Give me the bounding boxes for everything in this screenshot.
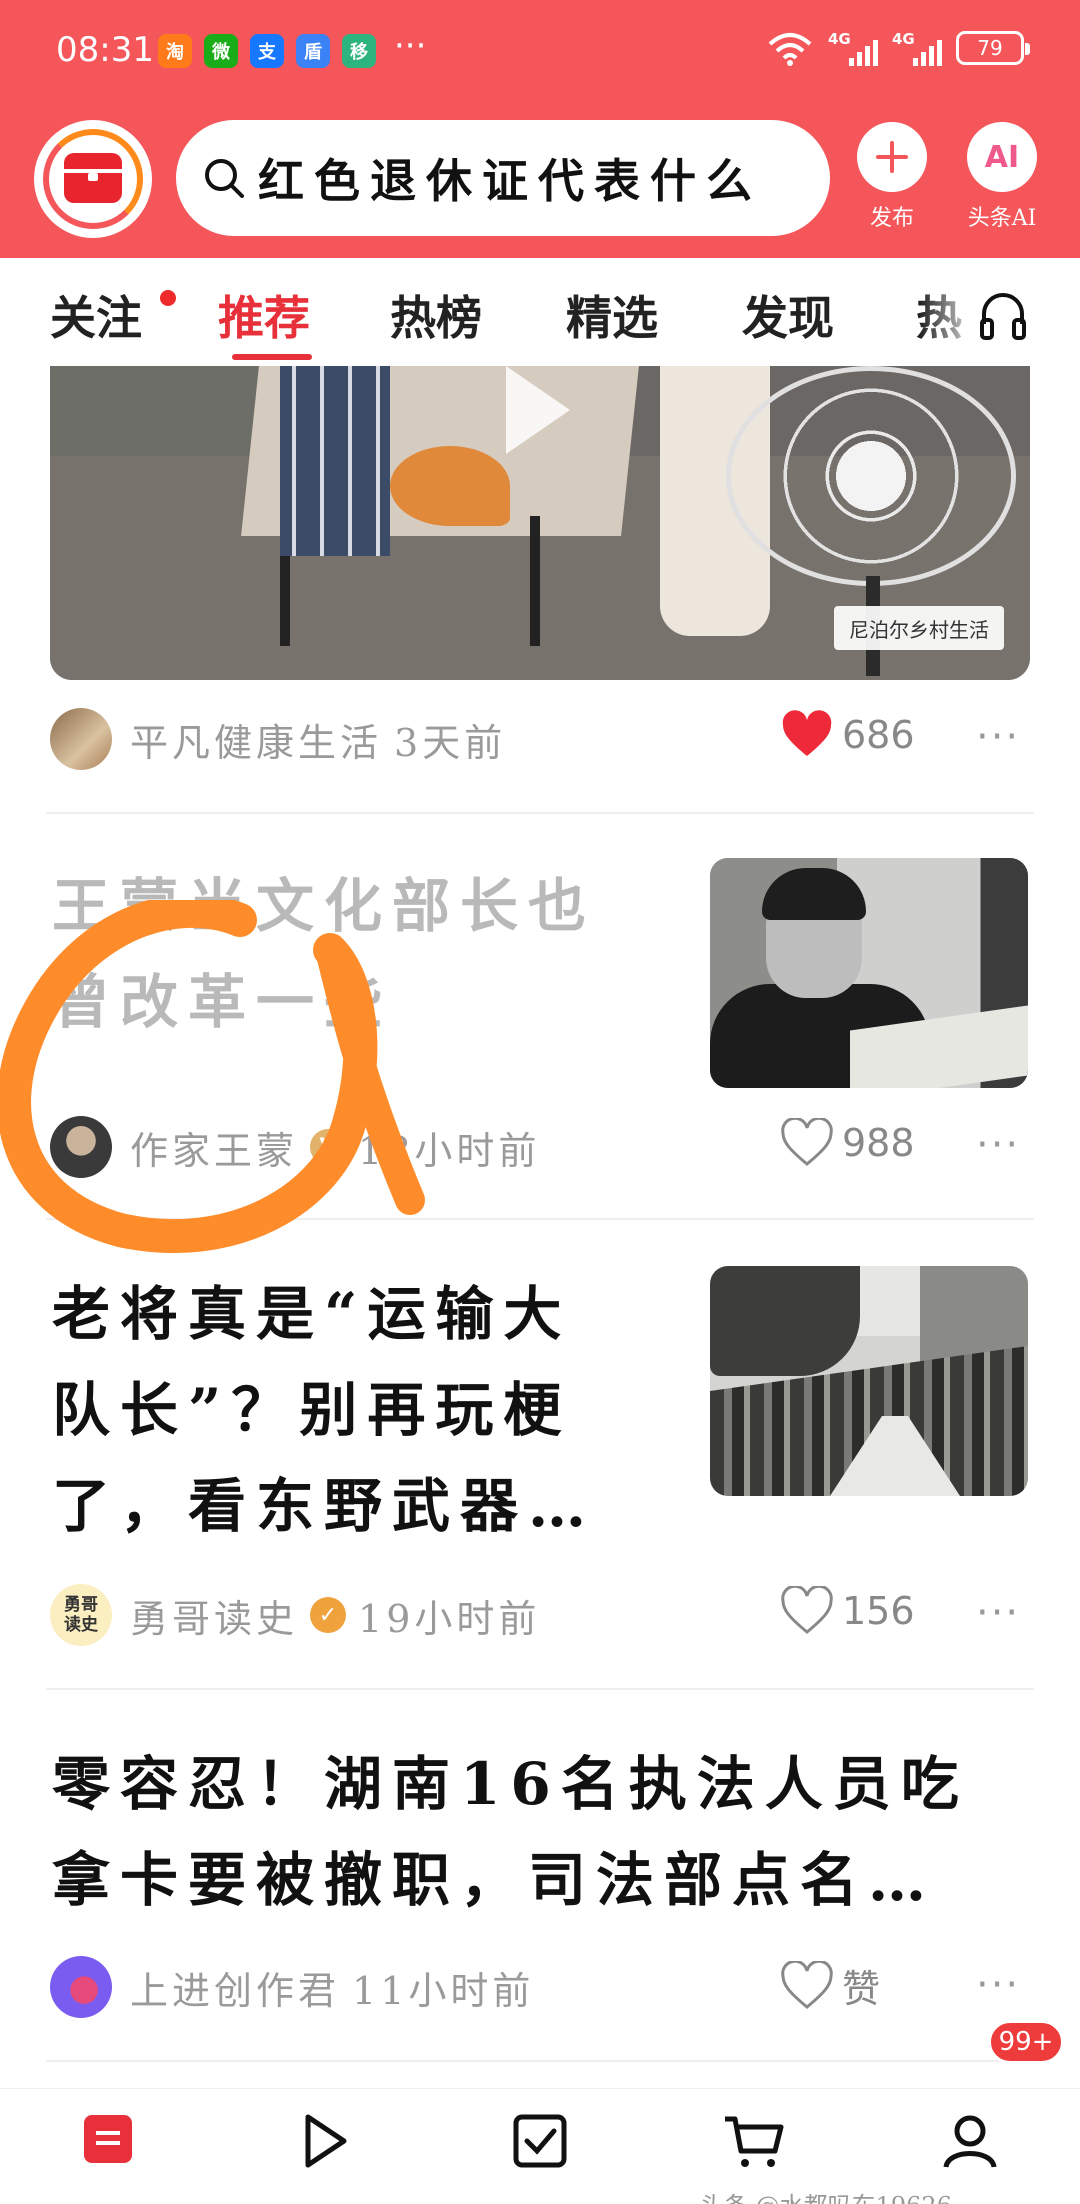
status-time: 08:31: [56, 30, 154, 70]
checkbox-icon: [513, 2114, 567, 2168]
headphones-icon[interactable]: [978, 288, 1028, 342]
cart-icon: [725, 2116, 784, 2167]
author-name[interactable]: 勇哥读史: [130, 1588, 298, 1643]
play-icon: [305, 2114, 347, 2168]
verified-badge-icon: ✓: [310, 1597, 347, 1633]
publish-button[interactable]: 发布: [844, 122, 940, 232]
search-icon: [205, 159, 244, 198]
feed-item-meta: 上进创作君 11小时前 赞 ···: [50, 1952, 1030, 2022]
tab-recommend[interactable]: 推荐: [218, 282, 310, 348]
video-thumbnail[interactable]: 尼泊尔乡村生活: [50, 366, 1030, 680]
article-title[interactable]: 零容忍！湖南16名执法人员吃 拿卡要被撤职，司法部点名…: [52, 1736, 969, 1928]
article-thumbnail[interactable]: [710, 1266, 1028, 1496]
tab-hot-list[interactable]: 热榜: [390, 282, 482, 348]
status-bar: 08:31 淘 微 支 盾 移 ··· 4G 4G 79: [0, 0, 1080, 100]
toutiao-ai-button[interactable]: AI 头条AI: [954, 122, 1050, 232]
wechat-icon: 微: [204, 34, 238, 68]
app-header: 08:31 淘 微 支 盾 移 ··· 4G 4G 79 红色退休证代表什么 发…: [0, 0, 1080, 258]
heart-outline-icon: [781, 1586, 833, 1634]
signal-4g-icon-2: 4G: [892, 30, 942, 66]
search-bar[interactable]: 红色退休证代表什么: [176, 120, 830, 236]
heart-outline-icon: [781, 1960, 833, 2009]
nav-video[interactable]: 视频: [264, 2111, 384, 2175]
shield-icon: 盾: [296, 34, 330, 68]
post-time: 19小时前: [358, 1596, 541, 1641]
nav-mall[interactable]: 商城: [694, 2111, 814, 2175]
plus-icon: [876, 141, 908, 173]
feed-item-meta: 作家王蒙 V 18小时前 988 ···: [50, 1112, 1030, 1182]
user-icon: [943, 2115, 997, 2168]
like-count: 156: [842, 1589, 915, 1633]
author-avatar[interactable]: 勇哥 读史: [50, 1584, 112, 1646]
signal-4g-icon: 4G: [828, 30, 878, 66]
feed-item-meta: 勇哥 读史 勇哥读史 ✓ 19小时前 156 ···: [50, 1580, 1030, 1650]
tab-discover[interactable]: 发现: [742, 282, 834, 348]
author-avatar[interactable]: [50, 708, 112, 770]
nav-tasks[interactable]: 任务: [480, 2111, 600, 2175]
toutiao-ai-label: 头条AI: [967, 206, 1037, 231]
tab-featured[interactable]: 精选: [566, 282, 658, 348]
author-name[interactable]: 平凡健康生活: [130, 712, 382, 767]
post-time: 11小时前: [352, 1968, 535, 2013]
china-mobile-icon: 移: [342, 34, 376, 68]
author-avatar[interactable]: [50, 1116, 112, 1178]
more-options-icon[interactable]: ···: [976, 1590, 1020, 1636]
status-app-icons: 淘 微 支 盾 移: [158, 34, 376, 68]
heart-outline-icon: [781, 1118, 833, 1166]
alipay-icon: 支: [250, 34, 284, 68]
verified-badge-icon: V: [310, 1129, 347, 1165]
feed-divider: [46, 1688, 1034, 1690]
watermark-text: 头条 @水都吗东19626: [700, 2186, 952, 2204]
search-query-text: 红色退休证代表什么: [258, 154, 762, 208]
more-options-icon[interactable]: ···: [976, 1962, 1020, 2008]
battery-icon: 79: [956, 31, 1030, 65]
article-thumbnail[interactable]: [710, 858, 1028, 1088]
publish-label: 发布: [869, 206, 914, 231]
ai-icon: AI: [984, 139, 1020, 175]
like-count: 988: [842, 1121, 915, 1165]
channel-tabs: 关注 推荐 热榜 精选 发现 热: [0, 268, 1080, 364]
taobao-icon: 淘: [158, 34, 192, 68]
tab-follow[interactable]: 关注: [50, 282, 142, 348]
like-count: 686: [842, 713, 915, 757]
home-icon: [84, 2115, 132, 2163]
notification-badge: 99+: [988, 2020, 1064, 2064]
article-title[interactable]: 王蒙当文化部长也 曾改革一些: [52, 858, 596, 1050]
play-icon[interactable]: [506, 366, 570, 454]
like-button[interactable]: 156: [780, 1586, 915, 1636]
nav-home[interactable]: 首页: [48, 2111, 168, 2171]
post-time: 3天前: [394, 720, 507, 765]
like-count: 赞: [842, 1967, 881, 2011]
video-overlay-tag: 尼泊尔乡村生活: [834, 606, 1004, 650]
feed-divider: [46, 812, 1034, 814]
nav-profile[interactable]: 我的: [910, 2111, 1030, 2175]
feed-divider: [46, 1218, 1034, 1220]
active-tab-indicator: [232, 354, 312, 360]
feed-item-meta: 平凡健康生活 3天前 686 ···: [50, 704, 1030, 774]
wifi-icon: [768, 33, 812, 66]
heart-filled-icon: [782, 710, 832, 756]
article-title[interactable]: 老将真是“运输大 队长”？别再玩梗 了，看东野武器…: [52, 1266, 596, 1554]
feed-divider: [46, 2060, 1034, 2062]
post-time: 18小时前: [358, 1128, 541, 1173]
follow-unread-dot: [160, 290, 176, 306]
like-button[interactable]: 988: [780, 1118, 915, 1168]
like-button[interactable]: 686: [780, 710, 915, 760]
author-name[interactable]: 作家王蒙: [130, 1120, 298, 1175]
more-options-icon[interactable]: ···: [976, 714, 1020, 760]
toutiao-logo[interactable]: [34, 120, 152, 238]
status-indicators: 4G 4G 79: [766, 30, 1030, 66]
like-button[interactable]: 赞: [780, 1958, 880, 2013]
more-options-icon[interactable]: ···: [976, 1122, 1020, 1168]
status-more-icon: ···: [394, 26, 427, 66]
author-avatar[interactable]: [50, 1956, 112, 2018]
author-name[interactable]: 上进创作君: [130, 1960, 340, 2015]
